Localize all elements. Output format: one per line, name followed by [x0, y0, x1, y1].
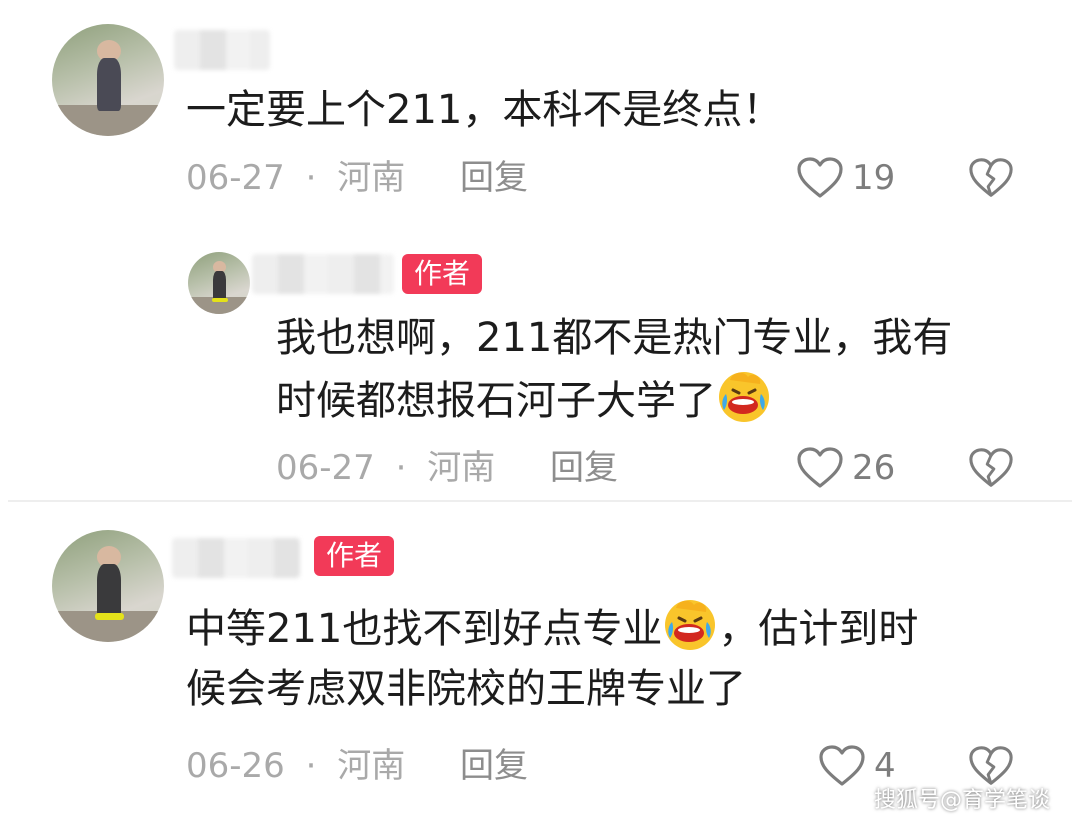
comment-location: 河南	[337, 158, 406, 198]
like-count: 19	[852, 158, 896, 198]
username-blurred[interactable]	[252, 254, 394, 294]
laughing-crying-emoji	[716, 368, 772, 424]
comment-location: 河南	[427, 448, 496, 488]
comment-text-line1b: ，估计到时	[718, 606, 919, 652]
reply-button[interactable]: 回复	[460, 744, 528, 788]
author-badge: 作者	[314, 536, 395, 576]
laughing-crying-emoji	[662, 596, 718, 652]
heart-icon	[797, 157, 843, 198]
comment-meta: 06-27 · 河南	[276, 446, 495, 490]
watermark: 搜狐号@育学笔谈	[873, 788, 1050, 813]
like-count: 4	[874, 746, 896, 786]
avatar[interactable]	[52, 24, 164, 136]
meta-separator: ·	[395, 448, 407, 488]
comment-date: 06-27	[186, 158, 285, 198]
comment-text-line2: 时候都想报石河子大学了	[276, 378, 716, 424]
comment-text: 我也想啊，211都不是热门专业，我有 时候都想报石河子大学了	[276, 308, 952, 431]
comment-text: 一定要上个211，本科不是终点！	[186, 87, 783, 133]
divider	[8, 500, 1072, 502]
heart-icon	[797, 447, 843, 488]
username-blurred[interactable]	[174, 30, 270, 70]
comment-meta: 06-27 · 河南	[186, 156, 405, 200]
comment-text-line1a: 中等211也找不到好点专业	[186, 606, 663, 652]
comment-date: 06-27	[276, 448, 375, 488]
avatar[interactable]	[188, 252, 250, 314]
avatar[interactable]	[52, 530, 164, 642]
comment-location: 河南	[337, 746, 406, 786]
like-button[interactable]: 19	[796, 154, 895, 202]
meta-separator: ·	[305, 746, 317, 786]
author-badge: 作者	[402, 254, 483, 294]
username-blurred[interactable]	[172, 538, 300, 578]
heart-icon	[819, 745, 865, 786]
meta-separator: ·	[305, 158, 317, 198]
comment-text: 中等211也找不到好点专业 ，估计到时 候会考虑双非院校的王牌专业了	[186, 596, 918, 719]
broken-heart-icon[interactable]	[968, 446, 1014, 490]
like-count: 26	[852, 448, 896, 488]
broken-heart-icon[interactable]	[968, 156, 1014, 200]
comment-meta: 06-26 · 河南	[186, 744, 405, 788]
reply-button[interactable]: 回复	[460, 156, 528, 200]
comment-text-line2: 候会考虑双非院校的王牌专业了	[186, 666, 746, 712]
comment-date: 06-26	[186, 746, 285, 786]
like-button[interactable]: 26	[796, 444, 895, 492]
comment-text-line1: 我也想啊，211都不是热门专业，我有	[276, 315, 953, 361]
reply-button[interactable]: 回复	[550, 446, 618, 490]
